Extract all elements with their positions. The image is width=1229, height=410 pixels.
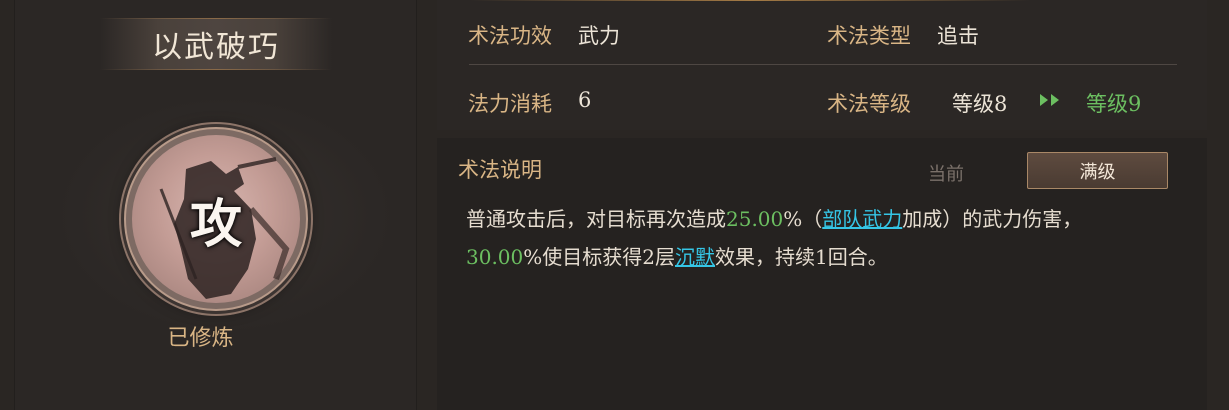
desc-text-segment: 效果，持续1回合。 xyxy=(715,245,888,269)
description-line-1: 普通攻击后，对目标再次造成25.00%（部队武力加成）的武力伤害， xyxy=(466,200,1196,238)
skill-emblem: 攻 xyxy=(124,127,308,311)
skill-type-glyph: 攻 xyxy=(189,193,242,255)
type-value: 追击 xyxy=(937,24,979,48)
description-text: 普通攻击后，对目标再次造成25.00%（部队武力加成）的武力伤害， 30.00%… xyxy=(466,200,1196,276)
level-label: 术法等级 xyxy=(827,92,911,116)
skill-name: 以武破巧 xyxy=(152,30,280,65)
level-current: 等级8 xyxy=(952,92,1008,116)
level-next: 等级9 xyxy=(1086,92,1142,116)
description-line-2: 30.00%使目标获得2层沉默效果，持续1回合。 xyxy=(466,238,1196,276)
keyword-link-troop-force[interactable]: 部队武力 xyxy=(822,207,902,231)
skill-title-plate: 以武破巧 xyxy=(100,18,332,70)
keyword-link-silence[interactable]: 沉默 xyxy=(675,245,715,269)
damage-percent: 25.00 xyxy=(726,207,784,231)
double-chevron-right-icon xyxy=(1040,94,1059,106)
description-title: 术法说明 xyxy=(458,158,542,182)
desc-text-segment: 普通攻击后，对目标再次造成 xyxy=(466,207,726,231)
tab-current-level[interactable]: 当前 xyxy=(905,158,987,188)
silence-chance-percent: 30.00 xyxy=(466,245,524,269)
desc-text-segment: %使目标获得2层 xyxy=(523,245,675,269)
effect-value: 武力 xyxy=(578,24,620,48)
desc-text-segment: %（ xyxy=(783,207,823,231)
tab-max-level[interactable]: 满级 xyxy=(1027,152,1168,189)
effect-label: 术法功效 xyxy=(468,24,552,48)
cost-label: 法力消耗 xyxy=(468,92,552,116)
desc-text-segment: 加成）的武力伤害， xyxy=(902,207,1083,231)
cost-value: 6 xyxy=(578,88,592,112)
attributes-divider xyxy=(469,64,1177,65)
cultivation-status: 已修炼 xyxy=(167,326,234,351)
type-label: 术法类型 xyxy=(827,24,911,48)
top-accent-line xyxy=(470,0,1030,1)
